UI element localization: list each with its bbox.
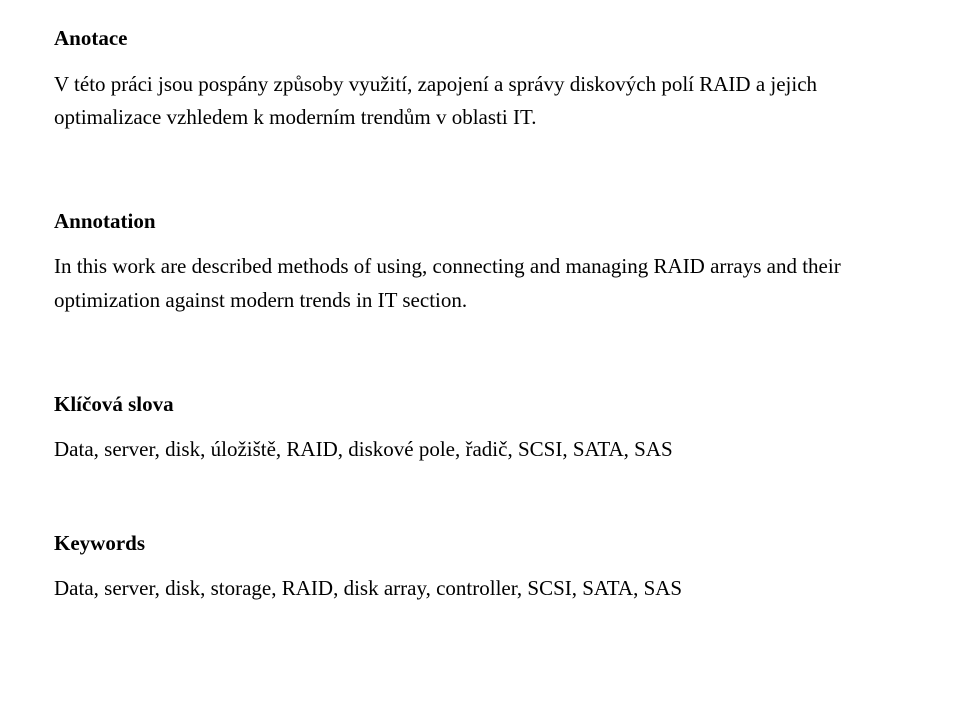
section-klicova-slova: Klíčová slova Data, server, disk, úložiš… xyxy=(54,388,879,467)
body-annotation: In this work are described methods of us… xyxy=(54,250,879,317)
section-keywords: Keywords Data, server, disk, storage, RA… xyxy=(54,527,879,606)
heading-klicova-slova: Klíčová slova xyxy=(54,388,879,422)
section-anotace: Anotace V této práci jsou pospány způsob… xyxy=(54,22,879,135)
section-annotation: Annotation In this work are described me… xyxy=(54,205,879,318)
heading-annotation: Annotation xyxy=(54,205,879,239)
body-klicova-slova: Data, server, disk, úložiště, RAID, disk… xyxy=(54,433,879,467)
heading-keywords: Keywords xyxy=(54,527,879,561)
body-keywords: Data, server, disk, storage, RAID, disk … xyxy=(54,572,879,606)
heading-anotace: Anotace xyxy=(54,22,879,56)
body-anotace: V této práci jsou pospány způsoby využit… xyxy=(54,68,879,135)
